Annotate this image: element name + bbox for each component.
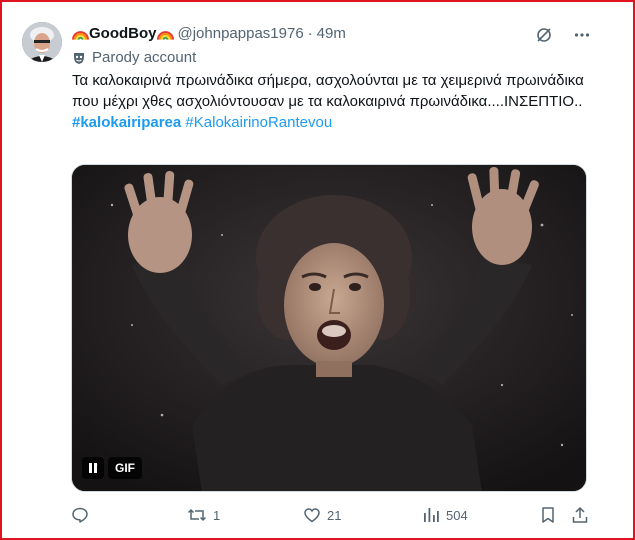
rainbow-emoji [156,31,174,40]
pause-icon [89,463,97,473]
gif-media[interactable]: GIF [71,164,587,492]
retweet-count: 1 [213,507,221,523]
bookmark-button[interactable] [540,506,556,524]
reply-icon [72,507,88,523]
bookmark-icon [542,507,554,523]
parody-mask-icon [74,53,84,64]
retweet-icon [187,508,207,522]
reply-button[interactable] [71,506,95,524]
tweet-body: Τα καλοκαιρινά πρωινάδικα σήμερα, ασχολο… [72,72,584,110]
parody-label-text: Parody account [92,49,197,66]
tweet-text: Τα καλοκαιρινά πρωινάδικα σήμερα, ασχολο… [72,70,592,133]
avatar[interactable] [22,22,62,62]
hashtag-link[interactable]: #KalokairinoRantevou [185,114,332,131]
tweet-top-actions [535,26,591,44]
gif-frame [72,165,586,491]
timestamp[interactable]: 49m [317,24,346,44]
share-button[interactable] [571,506,589,524]
tweet[interactable]: GoodBoy @johnpappas1976 · 49m Parody acc… [0,0,635,540]
parody-label: Parody account [72,48,196,68]
views-icon [424,508,439,522]
share-icon [572,506,588,523]
views-button[interactable]: 504 [422,506,468,524]
views-count: 504 [446,507,468,523]
like-count: 21 [327,507,342,523]
separator-dot: · [307,25,313,42]
retweet-button[interactable]: 1 [187,506,220,524]
pause-button[interactable] [82,457,104,479]
gif-controls: GIF [82,457,142,479]
tweet-header: GoodBoy @johnpappas1976 · 49m [72,24,346,44]
like-button[interactable]: 21 [303,506,341,524]
tweet-actions: 1 21 504 [0,506,635,528]
gif-badge: GIF [108,457,142,479]
hashtag-link[interactable]: #kalokairiparea [72,114,181,131]
rainbow-emoji [72,31,89,40]
display-name[interactable]: GoodBoy [89,24,157,44]
grok-icon[interactable] [535,26,553,44]
handle[interactable]: @johnpappas1976 [178,24,304,44]
more-icon[interactable] [573,26,591,44]
like-icon [304,508,320,523]
